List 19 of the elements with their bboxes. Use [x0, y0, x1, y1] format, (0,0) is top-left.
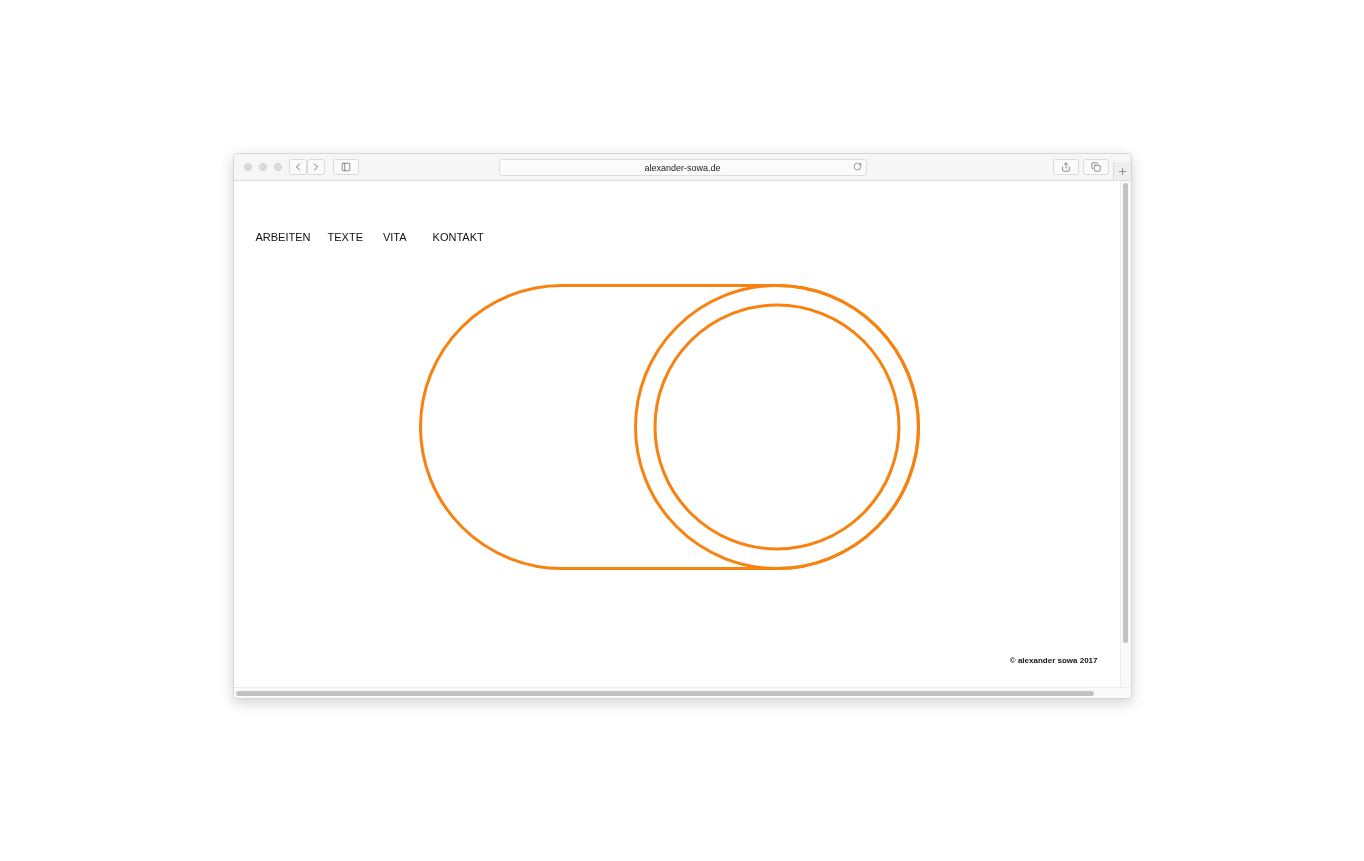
- address-bar[interactable]: alexander-sowa.de: [498, 159, 867, 176]
- back-button[interactable]: [288, 159, 307, 175]
- nav-link[interactable]: VITA: [382, 230, 407, 244]
- sidebar-button[interactable]: [332, 159, 359, 175]
- horizontal-scrollbar[interactable]: [233, 687, 1131, 698]
- vertical-scrollbar[interactable]: [1119, 181, 1131, 687]
- share-button[interactable]: [1052, 159, 1079, 175]
- forward-button[interactable]: [306, 159, 325, 175]
- new-tab-button[interactable]: [1112, 162, 1131, 180]
- nav-link[interactable]: ARBEITEN: [255, 230, 311, 244]
- sidebar-icon: [340, 162, 351, 172]
- nav-link[interactable]: TEXTE: [327, 230, 363, 244]
- copyright-text: © alexander sowa 2017: [1009, 656, 1098, 665]
- nav-link[interactable]: KONTAKT: [432, 230, 484, 244]
- plus-icon: [1116, 165, 1128, 177]
- tabs-button[interactable]: [1082, 159, 1109, 175]
- share-icon: [1060, 162, 1071, 172]
- reload-arrow-icon: [852, 162, 862, 171]
- tabs-icon: [1090, 162, 1101, 172]
